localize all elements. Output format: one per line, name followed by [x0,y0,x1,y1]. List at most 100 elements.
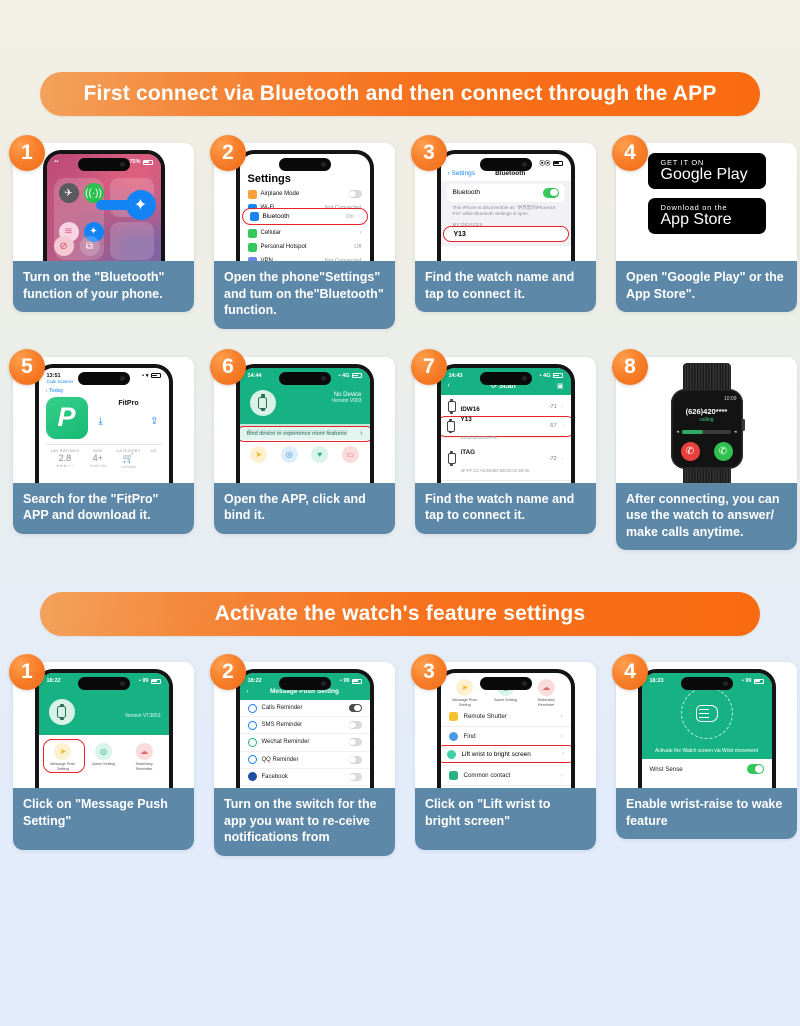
breadcrumb[interactable]: ‹ Today [46,388,162,394]
alarm-icon: ◎ [280,445,298,463]
app-home-header: 18:22 ▪ 99 Version VT3653 [38,673,169,735]
quick-action-alarm[interactable]: ◎ Alarm Setting [88,743,118,771]
bluetooth-icon [249,212,259,221]
feature-card-4[interactable]: 4 18:23 ▪ 99 Activate the Watch screen v… [612,654,797,856]
device-row-highlight[interactable]: Y13 [442,226,569,242]
message-push-highlight[interactable] [42,739,85,773]
airplane-icon[interactable]: ✈ [58,183,79,203]
quick-action-message-push[interactable]: ➤ Message Push Setting [450,679,480,707]
feature-row[interactable]: Remote Shutter › [440,707,571,728]
settings-row[interactable]: VPN Not Connected [240,254,370,261]
step-caption: Click on "Lift wrist to bright screen" [415,788,596,850]
back-button[interactable]: ‹ [448,382,450,389]
device-name: Y13 [460,416,472,423]
push-row[interactable]: SMS Reminder [239,717,370,735]
google-play-name: Google Play [660,166,748,184]
download-icon[interactable]: ⤓ [99,416,103,427]
breadcrumb-label: Today [48,387,64,394]
settings-row[interactable]: Cellular › [240,226,370,240]
push-row-label: Facebook [261,773,288,780]
push-row[interactable]: QQ Reminder [239,752,370,769]
push-row-label: SMS Reminder [261,722,303,729]
device-row-highlight[interactable]: Y13 21:22:33:03:0A:FE -57 › [440,415,571,440]
bind-highlight-text: Bind device to experience more features [246,430,347,437]
push-row[interactable]: Facebook [239,769,370,786]
feature-card-3[interactable]: 3 ➤ Message Push Setting ◎ Alarm Setting [411,654,596,856]
google-play-badge[interactable]: GET IT ON Google Play [647,153,766,189]
rotation-lock-icon[interactable]: ⊘ [53,236,74,256]
phone-status-bar: 18:22 ▪ 99 [240,673,370,684]
wrist-sense-switch[interactable] [746,764,764,774]
wrist-sense-row[interactable]: Wrist Sense [641,759,772,779]
brightness-tile[interactable] [109,221,154,260]
bind-device-highlight[interactable]: Bind device to experience more features … [239,425,370,442]
sms-reminder-switch[interactable] [348,721,362,730]
device-row[interactable]: Y13 21:22:33:03:0A:FE -57 › [441,481,571,483]
bluetooth-row-highlight[interactable]: Bluetooth On › [241,208,368,225]
bluetooth-row-value: On [346,213,354,220]
device-status: Version VT3653 [125,713,161,719]
step-card-4[interactable]: 4 GET IT ON Google Play Download on the … [612,135,797,329]
chevron-right-icon: › [360,430,363,437]
phone-status-bar: 13:51 ▪ ▾ [39,368,169,379]
step-card-7[interactable]: 7 14:43 ▪ 4G ‹ ⟳ Scan ▣ IDW16 -71 › iTAG… [411,348,596,551]
quick-action-sedentary[interactable]: ☁ Sedentary Reminder [531,679,561,707]
version-label: Version V003 [331,397,362,404]
status-right: ▪ 99 [340,678,362,684]
quick-action-remote-shutter[interactable]: ▭ [335,445,365,463]
settings-row[interactable]: Personal Hotspot Off [240,240,370,254]
chevron-right-icon: › [560,772,563,779]
status-time: 13:51 [46,372,61,379]
step-card-1[interactable]: 1 ▪▪ 75% ✈ ((·)) ≋ ✦ ⊘ ⧉ ✦ Turn on the "… [9,135,194,329]
status-time: 18:22 [247,678,262,684]
quick-action-message-push[interactable]: ➤ [244,445,274,463]
decline-call-icon[interactable]: ✆ [680,441,700,461]
chevron-right-icon: › [560,733,563,740]
step-card-6[interactable]: 6 14:44 ▪ 4G No Device Version V003 ➤ ◎ … [210,348,395,551]
lift-wrist-highlight[interactable]: Lift wrist to bright screen › [440,745,571,763]
volume-slider[interactable]: ◂ ◂ [677,429,737,435]
feature-row[interactable]: Common contact › [440,766,571,787]
status-right: ▪ 4G [540,373,563,379]
feature-card-2[interactable]: 2 18:22 ▪ 99 ‹ Message Push Setting Call… [210,654,395,856]
app-icon: P [45,396,88,439]
step-card-3[interactable]: 3 ⦿⦿ ‹ Settings Bluetooth Bluetooth This… [411,135,596,329]
phone-mock: ▪▪ 75% ✈ ((·)) ≋ ✦ ⊘ ⧉ ✦ [42,150,165,261]
bluetooth-toggle-row[interactable]: Bluetooth [446,184,565,202]
bluetooth-switch[interactable] [542,188,559,198]
settings-row[interactable]: Airplane Mode [240,187,370,201]
share-icon[interactable]: ⇪ [150,416,158,427]
push-row[interactable]: Wechat Reminder [239,734,370,752]
app-actions: ⤓ ⇪ [96,416,162,427]
back-button[interactable]: ‹ [247,688,249,695]
accept-call-icon[interactable]: ✆ [713,441,733,461]
quick-action-sedentary[interactable]: ☁ Sedentary Reminder [129,743,159,771]
back-button[interactable]: ‹ Settings [448,170,475,177]
step-card-8[interactable]: 8 10:09 (626)420**** calling ◂ ◂ ✆ ✆ Aft… [612,348,797,550]
step-number-badge: 6 [210,348,246,385]
push-row[interactable]: Calls Reminder [239,700,370,718]
volume-track[interactable] [682,429,731,434]
status-signal: ⦿⦿ [539,161,551,167]
wechat-reminder-switch[interactable] [348,738,362,747]
back-label: Settings [451,170,475,177]
qq-reminder-switch[interactable] [348,755,362,764]
app-store-badge[interactable]: Download on the App Store [647,198,766,234]
step-card-5[interactable]: 5 13:51 ▪ ▾ Code Scanner ‹ Today P FitPr… [9,348,194,551]
store-badges: GET IT ON Google Play Download on the Ap… [647,143,766,261]
quick-action-alarm[interactable]: ◎ [274,445,304,463]
status-time: 14:44 [247,372,262,379]
feature-card-1[interactable]: 1 18:22 ▪ 99 Version VT3653 ➤ Message Pu… [9,654,194,856]
quick-action-sedentary[interactable]: ♥ [305,445,335,463]
calls-reminder-switch[interactable] [348,704,362,713]
step-card-2[interactable]: 2 Settings Airplane Mode Wi-Fi Not Conn [210,135,395,329]
status-signal: ▪▪ [54,159,59,165]
phone-mock: 14:44 ▪ 4G No Device Version V003 ➤ ◎ ♥ … [235,363,374,483]
airplane-mode-switch[interactable] [348,190,362,198]
qr-icon[interactable]: ▣ [557,382,564,390]
facebook-switch[interactable] [348,772,362,781]
device-name: iTAG [460,448,476,456]
screen-mirror-icon[interactable]: ⧉ [79,236,100,256]
push-row-label: Calls Reminder [261,705,303,712]
sedentary-icon: ♥ [311,445,329,463]
